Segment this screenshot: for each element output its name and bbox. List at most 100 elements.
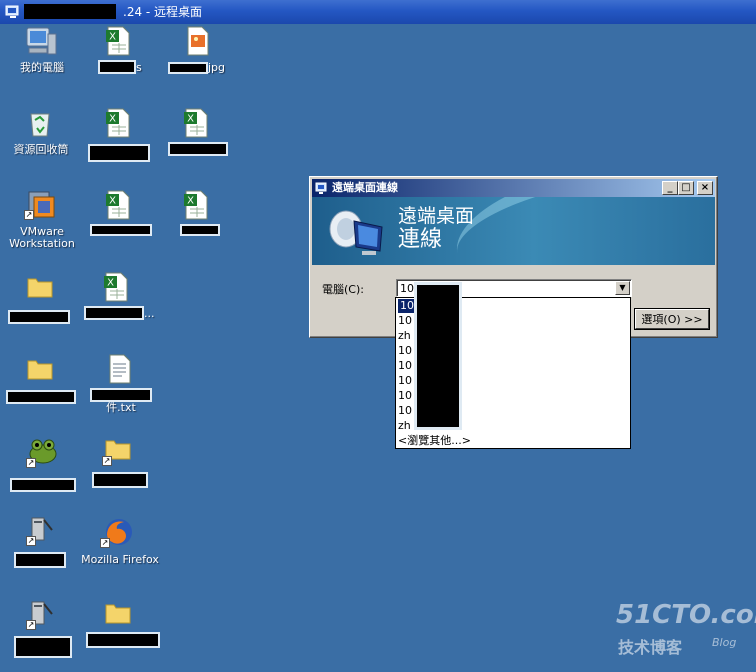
minimize-button[interactable]: _: [662, 181, 678, 195]
watermark-line2: 技术博客: [618, 638, 683, 657]
text-file-suffix: 件.txt: [106, 401, 136, 414]
redacted-label: [90, 224, 152, 236]
shortcut-arrow-icon: ↗: [100, 538, 110, 548]
redacted-label: [168, 62, 208, 74]
folder-icon: [27, 360, 53, 380]
dropdown-item[interactable]: 10: [398, 344, 412, 358]
watermark-line1: 51CTO.com: [616, 600, 756, 630]
shortcut-arrow-icon: ↗: [102, 456, 112, 466]
computer-dropdown-list: 10 10 zh 10 10 10 10 10 zh <瀏覽其他...>: [395, 282, 631, 449]
site-watermark: 51CTO.com 技术博客 Blog: [616, 600, 756, 660]
folder-icon: [105, 604, 131, 624]
jpg-file-suffix: jpg: [208, 61, 226, 74]
redacted-label: [6, 390, 76, 404]
computer-label: 電腦(C):: [322, 283, 364, 296]
redacted-label: [14, 636, 72, 658]
dropdown-item[interactable]: 10: [398, 359, 412, 373]
svg-text:X: X: [187, 114, 194, 125]
remote-desktop-app-icon: [5, 5, 19, 18]
dropdown-item[interactable]: 10: [398, 374, 412, 388]
dropdown-item[interactable]: zh: [398, 419, 411, 433]
dialog-title: 遠端桌面連線: [332, 181, 398, 194]
redacted-label: [98, 60, 136, 74]
network-shortcut-2[interactable]: ↗: [10, 600, 72, 660]
firefox-shortcut[interactable]: ↗ Mozilla Firefox: [80, 516, 160, 568]
recycle-bin-icon: [30, 113, 50, 137]
recycle-bin-shortcut[interactable]: 資源回收筒: [8, 108, 74, 160]
excel-file-6-suffix: ...: [144, 307, 155, 320]
excel-file-icon: X: [184, 108, 208, 138]
banner-line1: 遠端桌面: [398, 205, 475, 227]
redacted-label: [10, 478, 76, 492]
remote-desktop-icon: [315, 182, 327, 194]
redacted-label: [180, 224, 220, 236]
my-computer-shortcut[interactable]: 我的電腦: [12, 26, 72, 78]
excel-file-1[interactable]: X s: [96, 26, 146, 78]
excel-file-2[interactable]: X: [86, 108, 152, 164]
shortcut-arrow-icon: ↗: [24, 210, 34, 220]
recycle-bin-label: 資源回收筒: [13, 143, 69, 156]
redacted-label: [84, 306, 144, 320]
jpg-file[interactable]: jpg: [168, 26, 238, 78]
dialog-titlebar[interactable]: 遠端桌面連線 _ □ ×: [312, 179, 715, 197]
network-shortcut-1[interactable]: ↗: [10, 516, 70, 572]
svg-text:X: X: [109, 32, 116, 43]
svg-text:X: X: [187, 196, 194, 207]
shortcut-arrow-icon: ↗: [26, 458, 36, 468]
shortcut-arrow-icon: ↗: [26, 536, 36, 546]
maximize-button[interactable]: □: [678, 181, 694, 195]
image-file-icon: [187, 26, 209, 56]
excel-file-6[interactable]: X ...: [84, 272, 160, 324]
text-file-icon: [109, 354, 131, 384]
folder-shortcut-3[interactable]: ↗: [90, 436, 152, 490]
redacted-label: [168, 142, 228, 156]
redacted-addresses: [414, 282, 462, 430]
monitor-satellite-icon: [329, 210, 383, 255]
excel-file-4[interactable]: X: [88, 190, 154, 242]
excel-file-icon: X: [184, 190, 208, 220]
banner-line2: 連線: [398, 227, 443, 252]
redacted-label: [8, 310, 70, 324]
my-computer-label: 我的電腦: [20, 61, 64, 74]
frog-app-shortcut[interactable]: ↗: [4, 436, 84, 498]
svg-text:X: X: [107, 278, 114, 289]
redacted-label: [88, 144, 150, 162]
folder-shortcut-4[interactable]: [86, 600, 162, 652]
folder-icon: [27, 278, 53, 298]
dropdown-item[interactable]: 10: [398, 389, 412, 403]
excel-file-icon: X: [106, 190, 130, 220]
redacted-label: [86, 632, 160, 648]
excel-file-icon: X: [106, 108, 130, 138]
dropdown-item[interactable]: 10: [398, 404, 412, 418]
redacted-label: [92, 472, 148, 488]
text-file[interactable]: 件.txt: [88, 354, 158, 416]
svg-text:X: X: [109, 196, 116, 207]
dropdown-item[interactable]: zh: [398, 329, 411, 343]
window-title: .24 - 远程桌面: [123, 5, 203, 19]
folder-shortcut-1[interactable]: [6, 274, 72, 326]
excel-file-5[interactable]: X: [178, 190, 222, 242]
dropdown-arrow-icon[interactable]: ▼: [615, 281, 630, 295]
computer-icon: [26, 27, 57, 55]
vmware-label: VMware Workstation: [9, 225, 75, 250]
excel-file-1-suffix: s: [136, 61, 142, 74]
shortcut-arrow-icon: ↗: [26, 620, 36, 630]
dropdown-item[interactable]: 10: [398, 314, 412, 328]
folder-shortcut-2[interactable]: [4, 356, 80, 408]
excel-file-icon: X: [104, 272, 128, 302]
watermark-line3: Blog: [712, 636, 737, 649]
remote-session-titlebar[interactable]: .24 - 远程桌面: [0, 0, 756, 24]
banner-swoosh: [446, 197, 715, 265]
options-button[interactable]: 選項(O) >>: [635, 309, 709, 329]
redacted-host: [24, 4, 116, 19]
dialog-banner: 遠端桌面 連線: [312, 197, 715, 265]
close-button[interactable]: ×: [697, 181, 713, 195]
svg-text:X: X: [109, 114, 116, 125]
excel-file-3[interactable]: X: [168, 108, 230, 160]
vmware-shortcut[interactable]: ↗ VMware Workstation: [8, 190, 76, 254]
excel-file-icon: X: [106, 26, 130, 56]
firefox-label: Mozilla Firefox: [81, 553, 159, 566]
redacted-label: [90, 388, 152, 402]
dropdown-browse-item[interactable]: <瀏覽其他...>: [398, 434, 471, 448]
redacted-label: [14, 552, 66, 568]
